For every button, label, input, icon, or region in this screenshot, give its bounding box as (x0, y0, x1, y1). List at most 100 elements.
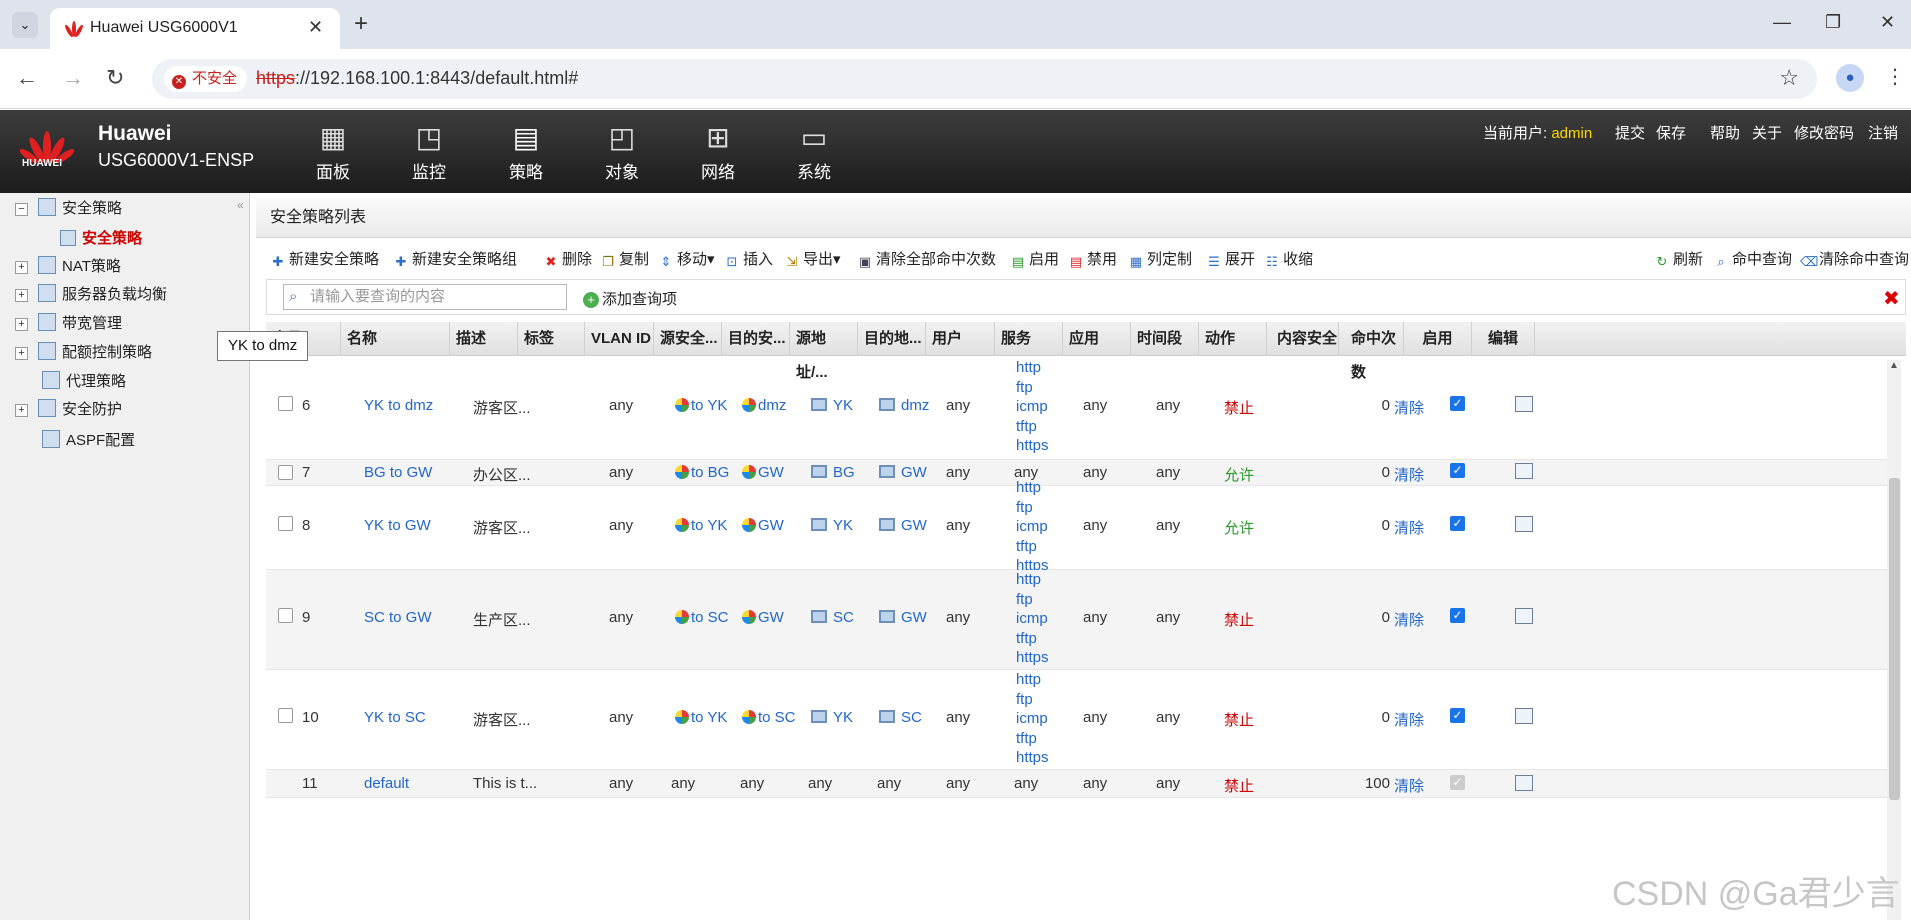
col-src-zone[interactable]: 源安全... (654, 322, 722, 356)
reload-icon[interactable]: ↻ (106, 65, 124, 91)
copy-button[interactable]: ❐ 复制 (600, 248, 649, 270)
table-row[interactable]: 11 default This is t... any any any any … (266, 770, 1896, 798)
policy-name-link[interactable]: SC to GW (364, 609, 432, 626)
address-bar[interactable]: ✕ 不安全 https://192.168.100.1:8443/default.… (152, 59, 1817, 99)
policy-name-link[interactable]: BG to GW (364, 464, 432, 481)
clear-hits-link[interactable]: 清除 (1394, 775, 1424, 796)
row-dst-addr[interactable]: GW (879, 609, 927, 626)
row-dst-addr[interactable]: SC (879, 709, 922, 726)
row-dst-addr[interactable]: dmz (879, 397, 929, 414)
col-src-addr[interactable]: 源地址/... (790, 322, 858, 381)
policy-name-link[interactable]: YK to GW (364, 517, 431, 534)
sidebar-item-bandwidth[interactable]: + 带宽管理 (15, 313, 122, 335)
row-src-addr[interactable]: YK (811, 517, 853, 534)
row-dst-addr[interactable]: GW (879, 464, 927, 481)
edit-icon[interactable] (1515, 396, 1533, 412)
row-src-addr[interactable]: YK (811, 709, 853, 726)
nav-policy[interactable]: ▤ 策略 (491, 118, 561, 183)
clear-hits-link[interactable]: 清除 (1394, 397, 1424, 418)
policy-name-link[interactable]: default (364, 775, 409, 792)
move-button[interactable]: ⇕ 移动▾ (658, 248, 715, 270)
clear-hits-link[interactable]: 清除 (1394, 517, 1424, 538)
about-link[interactable]: 关于 (1752, 122, 1782, 143)
row-dst-zone[interactable]: GW (742, 517, 784, 534)
collapse-button[interactable]: ☷ 收缩 (1264, 248, 1313, 270)
sidebar-item-security-policy[interactable]: 安全策略 (60, 228, 142, 250)
row-dst-addr[interactable]: GW (879, 517, 927, 534)
row-checkbox[interactable] (278, 396, 293, 411)
row-checkbox[interactable] (278, 516, 293, 531)
row-src-zone[interactable]: to BG (675, 464, 729, 481)
edit-icon[interactable] (1515, 463, 1533, 479)
help-link[interactable]: 帮助 (1710, 122, 1740, 143)
sidebar-item-security-policy-group[interactable]: − 安全策略 (15, 198, 122, 220)
back-icon[interactable]: ← (16, 65, 38, 91)
nav-system[interactable]: ▭ 系统 (779, 118, 849, 183)
forward-icon[interactable]: → (62, 65, 84, 91)
add-query-button[interactable]: + 添加查询项 (583, 288, 677, 309)
col-name[interactable]: 名称 (341, 322, 450, 356)
enable-checkbox[interactable]: ✓ (1450, 396, 1465, 411)
row-services[interactable]: http ftp icmp tftp https (1016, 570, 1049, 668)
sidebar-item-nat-policy[interactable]: + NAT策略 (15, 256, 121, 278)
row-services[interactable]: http ftp icmp tftp https (1016, 478, 1049, 576)
security-indicator[interactable]: ✕ 不安全 (164, 66, 248, 92)
row-dst-zone[interactable]: dmz (742, 397, 786, 414)
row-checkbox[interactable] (278, 608, 293, 623)
sidebar-item-quota-control[interactable]: + 配额控制策略 (15, 342, 152, 364)
search-input[interactable]: ⌕ 请输入要查询的内容 (283, 284, 567, 310)
col-action[interactable]: 动作 (1199, 322, 1267, 356)
delete-button[interactable]: ✖ 删除 (543, 248, 592, 270)
row-src-zone[interactable]: to SC (675, 609, 729, 626)
col-app[interactable]: 应用 (1063, 322, 1131, 356)
collapse-sidebar-icon[interactable]: « (237, 198, 244, 212)
table-row[interactable]: 10 YK to SC 游客区... any to YK to SC YK SC… (266, 670, 1896, 770)
minimize-icon[interactable]: — (1773, 12, 1791, 33)
col-vlan[interactable]: VLAN ID (585, 322, 654, 356)
tab-search-icon[interactable]: ⌄ (12, 12, 38, 38)
scroll-up-icon[interactable]: ▲ (1889, 360, 1899, 371)
clear-hit-query-button[interactable]: ⌫清除命中查询 (1800, 248, 1909, 270)
col-enable[interactable]: 启用 (1404, 322, 1472, 356)
col-tag[interactable]: 标签 (518, 322, 585, 356)
disable-button[interactable]: ▤ 禁用 (1068, 248, 1117, 270)
insert-button[interactable]: ⊡ 插入 (724, 248, 773, 270)
tab-close-icon[interactable]: ✕ (308, 17, 323, 38)
nav-object[interactable]: ◰ 对象 (587, 118, 657, 183)
change-password-link[interactable]: 修改密码 (1794, 122, 1854, 143)
scrollbar-thumb[interactable] (1889, 478, 1900, 800)
save-link[interactable]: 保存 (1656, 122, 1686, 143)
table-row[interactable]: 7 BG to GW 办公区... any to BG GW BG GW any… (266, 460, 1896, 486)
row-checkbox[interactable] (278, 708, 293, 723)
enable-button[interactable]: ▤ 启用 (1010, 248, 1059, 270)
policy-name-link[interactable]: YK to dmz (364, 397, 433, 414)
browser-tab[interactable]: Huawei USG6000V1 ✕ (50, 8, 340, 49)
col-edit[interactable]: 编辑 (1472, 322, 1535, 356)
enable-checkbox[interactable]: ✓ (1450, 516, 1465, 531)
url-text[interactable]: https://192.168.100.1:8443/default.html# (256, 68, 578, 89)
row-services[interactable]: http ftp icmp tftp https (1016, 670, 1049, 768)
row-src-addr[interactable]: BG (811, 464, 855, 481)
column-customize-button[interactable]: ▦ 列定制 (1128, 248, 1192, 270)
logout-link[interactable]: 注销 (1868, 122, 1898, 143)
export-button[interactable]: ⇲ 导出▾ (784, 248, 841, 270)
col-user[interactable]: 用户 (926, 322, 995, 356)
clear-hits-link[interactable]: 清除 (1394, 609, 1424, 630)
row-src-addr[interactable]: YK (811, 397, 853, 414)
clear-hits-link[interactable]: 清除 (1394, 709, 1424, 730)
enable-checkbox[interactable]: ✓ (1450, 608, 1465, 623)
new-policy-button[interactable]: ✚ 新建安全策略 (270, 248, 379, 270)
row-src-addr[interactable]: SC (811, 609, 854, 626)
sidebar-item-server-load-balancing[interactable]: + 服务器负载均衡 (15, 284, 167, 306)
restore-icon[interactable]: ❐ (1825, 12, 1841, 33)
nav-dashboard[interactable]: ▦ 面板 (298, 118, 368, 183)
edit-icon[interactable] (1515, 708, 1533, 724)
col-time[interactable]: 时间段 (1131, 322, 1199, 356)
table-row[interactable]: 6 YK to dmz 游客区... any to YK dmz YK dmz … (266, 356, 1896, 460)
enable-checkbox[interactable]: ✓ (1450, 463, 1465, 478)
bookmark-star-icon[interactable]: ☆ (1779, 65, 1799, 91)
close-query-icon[interactable]: ✖ (1883, 286, 1900, 311)
hit-query-button[interactable]: ⌕ 命中查询 (1713, 248, 1792, 270)
sidebar-item-aspf[interactable]: ASPF配置 (42, 430, 135, 452)
profile-icon[interactable]: ● (1836, 64, 1864, 92)
